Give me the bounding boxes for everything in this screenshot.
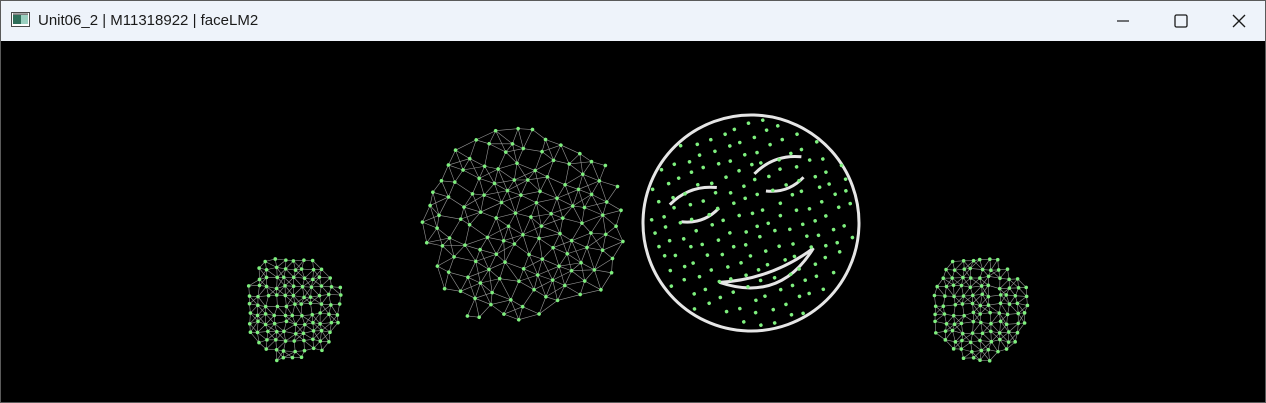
face-large-mesh-mesh-lines: [422, 128, 624, 321]
face-small-left-mesh-lines: [248, 258, 342, 361]
minimize-button[interactable]: [1094, 1, 1152, 41]
face-large-contours: [641, 113, 861, 333]
maximize-button[interactable]: [1152, 1, 1210, 41]
face-small-right: [932, 257, 1030, 363]
face-large-contours-landmarks: [649, 118, 855, 327]
face-small-left: [246, 257, 343, 363]
window-title: Unit06_2 | M11318922 | faceLM2: [38, 12, 259, 29]
face-large-mesh: [420, 126, 625, 322]
maximize-icon: [1174, 14, 1188, 28]
face-large-mesh-landmarks: [420, 126, 625, 322]
close-icon: [1232, 14, 1246, 28]
app-window: Unit06_2 | M11318922 | faceLM2: [0, 0, 1266, 403]
face-landmarks-render: [246, 113, 1030, 363]
app-window-icon: [11, 12, 30, 27]
render-canvas: [1, 41, 1265, 402]
minimize-icon: [1116, 14, 1130, 28]
face-large-contours-contour-lines: [641, 113, 861, 333]
face-small-right-mesh-lines: [934, 258, 1028, 362]
title-bar[interactable]: Unit06_2 | M11318922 | faceLM2: [1, 1, 1265, 41]
close-button[interactable]: [1210, 1, 1265, 41]
